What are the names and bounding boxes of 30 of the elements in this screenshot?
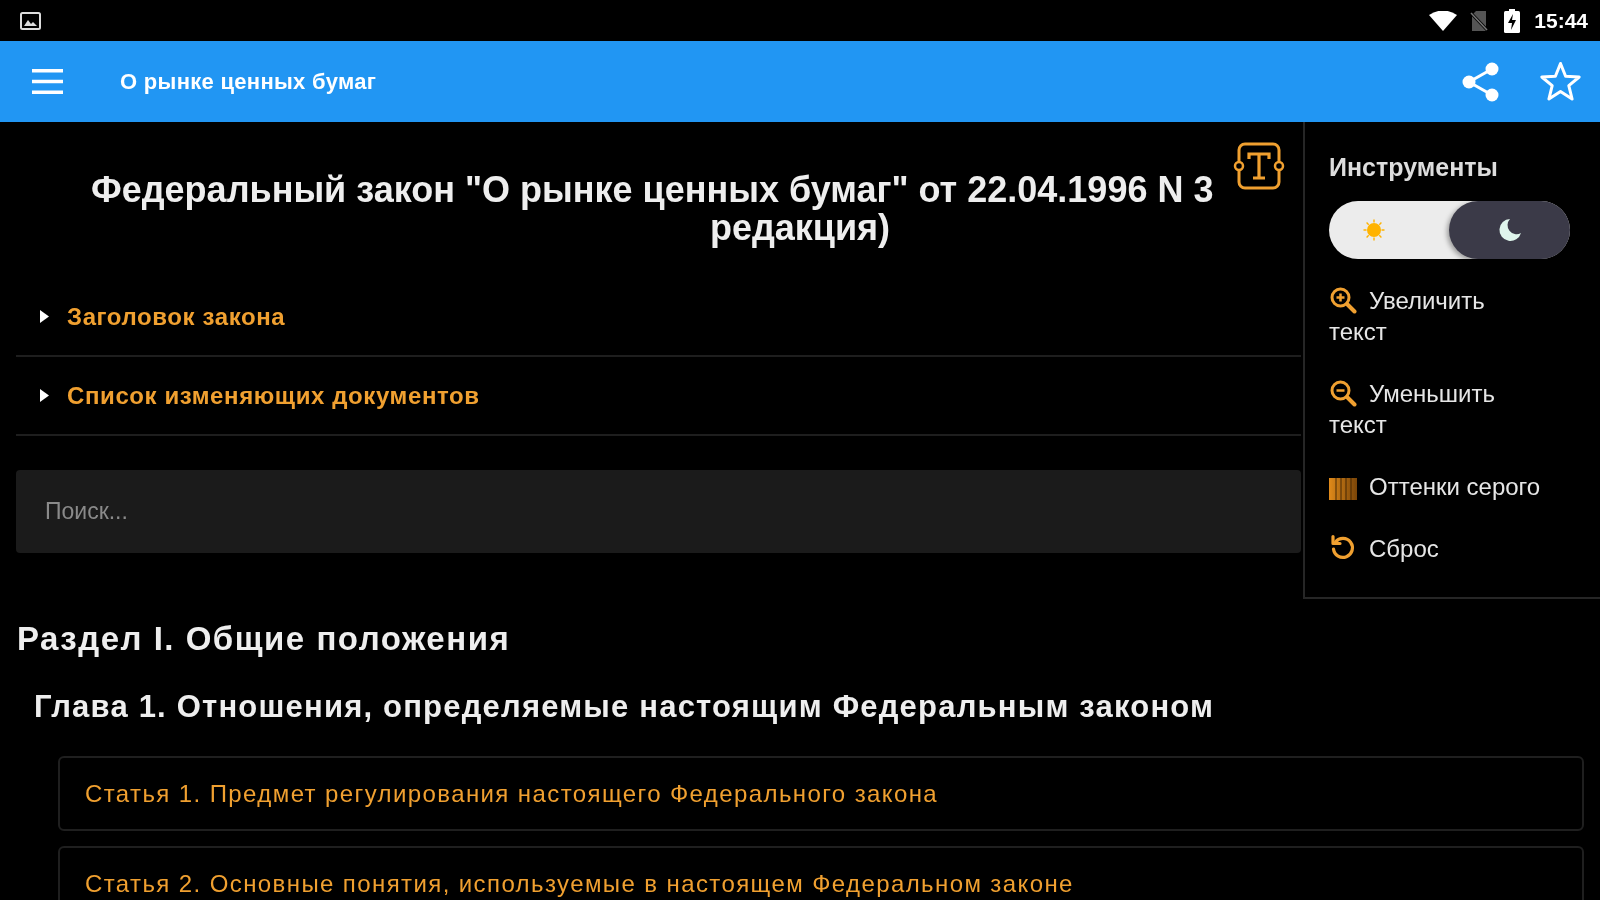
tools-menu-item[interactable]: Оттенки серого [1329,471,1543,502]
expandable-section[interactable]: Список изменяющих документов [16,357,1301,436]
zoom-in-icon [1329,286,1357,314]
article-link[interactable]: Статья 1. Предмет регулирования настоящего Федерального закона [58,756,1584,831]
zoom-out-icon [1329,379,1357,407]
reset-icon [1329,534,1357,562]
sun-icon [1363,219,1385,241]
no-sim-icon [1470,9,1489,32]
tools-menu-item[interactable]: Сброс [1329,533,1543,564]
wifi-icon [1429,10,1458,31]
image-icon [20,11,41,30]
clock-time: 15:44 [1534,8,1588,33]
menu-icon[interactable] [32,69,63,94]
part-heading: Раздел I. Общие положения [17,620,511,657]
expandable-section[interactable]: Заголовок закона [16,278,1301,357]
striped-swatch-icon [1329,478,1357,500]
tools-menu-item[interactable]: Увеличить текст [1329,285,1543,347]
letter-t-icon[interactable] [1233,140,1285,192]
article-link[interactable]: Статья 2. Основные понятия, используемые в настоящем Федеральном законе [58,846,1584,900]
search-field[interactable]: Поиск... [16,470,1301,553]
tools-title: Инструменты [1329,153,1499,181]
app-bar-title: О рынке ценных бумаг [120,68,377,95]
tools-menu-item[interactable]: Уменьшить текст [1329,378,1543,440]
battery-charging-icon [1504,8,1521,33]
theme-switch[interactable] [1329,201,1570,259]
document-title: Федеральный закон "О рынке ценных бумаг" от 22.04.1996 N 3 [91,169,1214,210]
switch-knob[interactable] [1449,201,1570,259]
star-icon[interactable] [1539,61,1582,102]
chapter-heading: Глава 1. Отношения, определяемые настоящим Федеральным законом [34,689,1215,724]
share-icon[interactable] [1461,61,1500,102]
